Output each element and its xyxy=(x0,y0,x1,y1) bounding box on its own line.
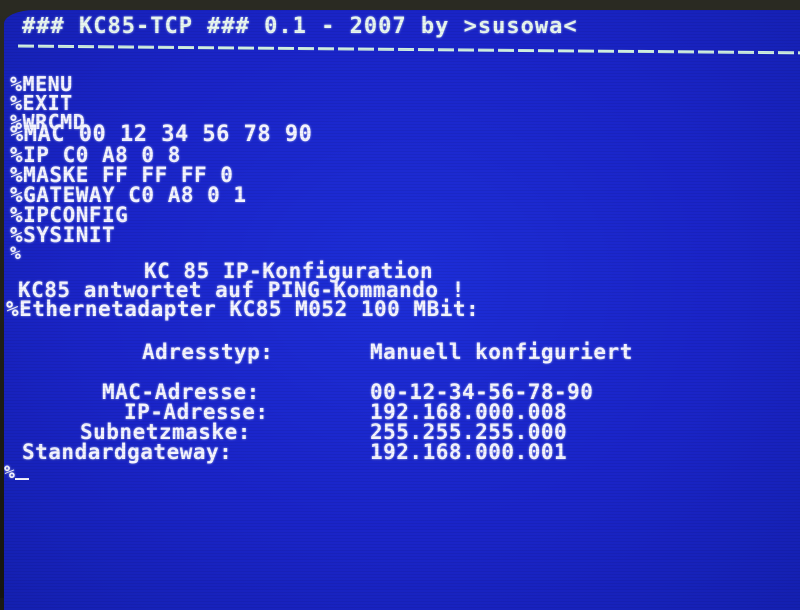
address-type-label: Adresstyp: xyxy=(142,340,274,364)
text-cursor xyxy=(15,478,30,480)
command-line: %SYSINIT xyxy=(10,223,116,247)
header-divider xyxy=(18,44,800,55)
command-line: % xyxy=(10,243,22,264)
adapter-line: %Ethernetadapter KC85 M052 100 MBit: xyxy=(6,297,480,321)
prompt-symbol: % xyxy=(4,462,16,483)
terminal-screen[interactable]: ### KC85-TCP ### 0.1 - 2007 by >susowa< … xyxy=(4,10,800,610)
address-type-value: Manuell konfiguriert xyxy=(370,340,633,364)
command-prompt[interactable]: % xyxy=(4,462,30,483)
header-title: ### KC85-TCP ### 0.1 - 2007 by >susowa< xyxy=(22,14,578,39)
field-label-gateway: Standardgateway: xyxy=(22,440,233,464)
field-value-gateway: 192.168.000.001 xyxy=(370,440,568,464)
